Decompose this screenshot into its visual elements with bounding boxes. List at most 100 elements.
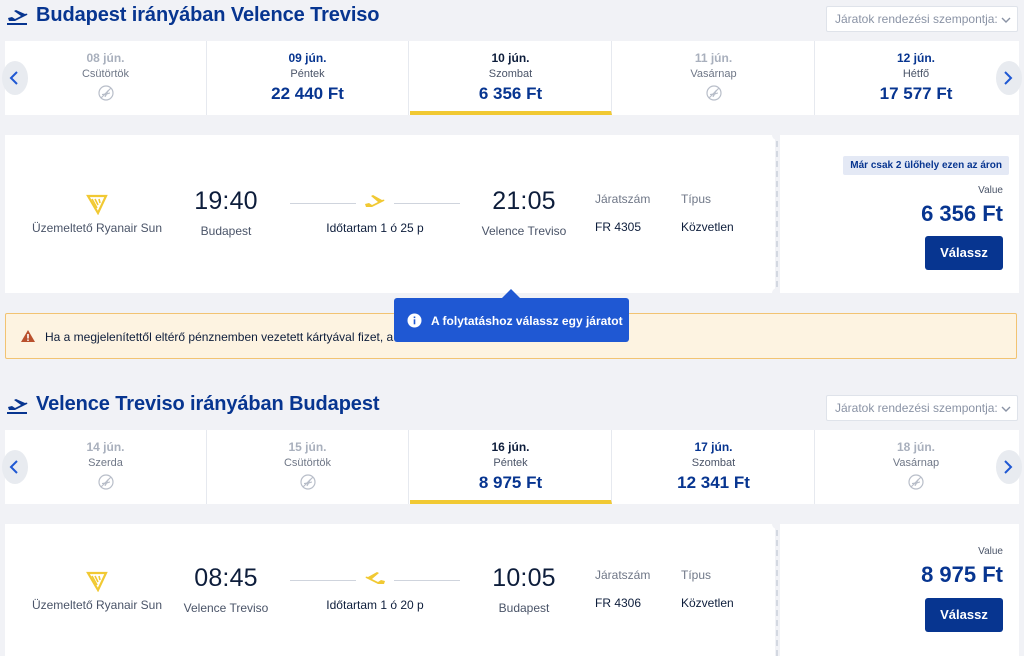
seats-left-badge: Már csak 2 ülőhely ezen az áron <box>843 156 1009 175</box>
sort-placeholder: Járatok rendezési szempontja: <box>835 12 998 26</box>
no-flight-icon <box>705 85 722 101</box>
price-panel: Value 8 975 Ft Válassz <box>780 524 1019 656</box>
flight-type-label: Típus <box>681 192 712 206</box>
weekday-label: Szerda <box>88 457 123 469</box>
flight-number: Járatszám FR 4306 <box>595 568 650 610</box>
date-option: 18 jún. Vasárnap <box>815 430 1017 504</box>
flight-number: Járatszám FR 4305 <box>595 192 650 234</box>
departure-time: 19:40 <box>194 187 258 215</box>
no-flight-icon <box>908 474 924 490</box>
date-option: 08 jún. Csütörtök <box>5 41 207 115</box>
date-option: 14 jún. Szerda <box>5 430 207 504</box>
sort-select[interactable]: Járatok rendezési szempontja: <box>826 395 1018 421</box>
route: Időtartam 1 ó 20 p <box>290 572 460 632</box>
chevron-down-icon <box>1001 17 1011 23</box>
section-title: Velence Treviso irányában Budapest <box>36 393 380 415</box>
plane-icon <box>365 195 385 207</box>
flight-number-value: FR 4305 <box>595 220 642 234</box>
price: 8 975 Ft <box>921 562 1003 587</box>
date-strip: 14 jún. Szerda 15 jún. Csütörtök 16 jún. Pént… <box>2 430 1022 504</box>
weekday-label: Péntek <box>290 68 325 80</box>
flight-type-value: Közvetlen <box>681 220 734 234</box>
arrival-time: 21:05 <box>492 187 556 215</box>
duration: Időtartam 1 ó 25 p <box>326 221 424 235</box>
date-option[interactable]: 10 jún. Szombat 6 356 Ft <box>410 41 612 115</box>
date-price: 6 356 Ft <box>478 84 543 103</box>
select-flight-button[interactable]: Válassz <box>925 598 1003 632</box>
chevron-left-icon <box>9 71 18 85</box>
flight-card[interactable]: Üzemeltető Ryanair Sun 19:40 Budapest Id… <box>5 130 1019 298</box>
date-option[interactable]: 16 jún. Péntek 8 975 Ft <box>410 430 612 504</box>
flight-number-label: Járatszám <box>595 192 651 206</box>
chevron-right-icon <box>1004 460 1013 474</box>
date-strip: 08 jún. Csütörtök 09 jún. Péntek 22 440 Ft 10… <box>2 41 1022 115</box>
no-flight-icon <box>97 85 114 101</box>
arrival-city: Velence Treviso <box>481 224 567 238</box>
date-option: 11 jún. Vasárnap <box>613 41 815 115</box>
date-option[interactable]: 12 jún. Hétfő 17 577 Ft <box>815 41 1017 115</box>
flight-number-label: Járatszám <box>595 568 651 582</box>
page-title: Budapest irányában Velence Treviso <box>36 4 380 26</box>
operator: Üzemeltető Ryanair Sun <box>25 570 169 612</box>
weekday-label: Csütörtök <box>283 457 332 469</box>
weekday-label: Vasárnap <box>892 457 940 469</box>
weekday-label: Hétfő <box>902 68 930 80</box>
date-option[interactable]: 17 jún. Szombat 12 341 Ft <box>613 430 815 504</box>
select-flight-tooltip: A folytatáshoz válassz egy járatot <box>394 289 629 342</box>
next-dates-button[interactable] <box>996 61 1022 95</box>
tooltip-text: A folytatáshoz válassz egy járatot <box>431 314 623 328</box>
date-label: 18 jún. <box>896 440 935 454</box>
outbound-header: Budapest irányában Velence Treviso Járat… <box>0 0 1024 34</box>
date-label: 11 jún. <box>694 51 733 65</box>
prev-dates-button[interactable] <box>2 450 28 484</box>
flight-type-value: Közvetlen <box>681 596 734 610</box>
flight-type: Típus Közvetlen <box>681 568 734 610</box>
date-label: 09 jún. <box>288 51 327 65</box>
flight-card[interactable]: Üzemeltető Ryanair Sun 08:45 Velence Tre… <box>5 519 1019 656</box>
arrival-city: Budapest <box>498 601 550 615</box>
date-option: 15 jún. Csütörtök <box>207 430 409 504</box>
sort-select[interactable]: Járatok rendezési szempontja: <box>826 6 1018 32</box>
plane-departure-icon <box>7 399 28 414</box>
inbound-header: Velence Treviso irányában Budapest Járat… <box>0 389 1024 423</box>
departure: 19:40 Budapest <box>171 187 281 238</box>
date-label: 15 jún. <box>288 440 327 454</box>
weekday-label: Péntek <box>493 457 528 469</box>
price: 6 356 Ft <box>921 201 1003 226</box>
route: Időtartam 1 ó 25 p <box>290 195 460 255</box>
next-dates-button[interactable] <box>996 450 1022 484</box>
info-icon <box>407 313 422 328</box>
chevron-down-icon <box>1001 406 1011 412</box>
date-label: 14 jún. <box>86 440 125 454</box>
date-label: 08 jún. <box>86 51 125 65</box>
arrival-time: 10:05 <box>492 564 556 592</box>
warning-text: Ha a megjelenítettől eltérő pénznemben v… <box>45 330 394 344</box>
chevron-right-icon <box>1004 71 1013 85</box>
departure: 08:45 Velence Treviso <box>171 564 281 615</box>
date-label: 17 jún. <box>694 440 733 454</box>
departure-city: Budapest <box>200 224 252 238</box>
select-flight-button[interactable]: Válassz <box>925 236 1003 270</box>
chevron-left-icon <box>9 460 18 474</box>
ryanair-harp-icon <box>86 571 108 592</box>
no-flight-icon <box>97 474 114 490</box>
date-label: 16 jún. <box>491 440 530 454</box>
sort-placeholder: Járatok rendezési szempontja: <box>835 401 998 415</box>
departure-city: Velence Treviso <box>183 601 269 615</box>
ryanair-harp-icon <box>86 194 108 215</box>
date-option[interactable]: 09 jún. Péntek 22 440 Ft <box>207 41 409 115</box>
weekday-label: Szombat <box>488 68 533 80</box>
flight-number-value: FR 4306 <box>595 596 642 610</box>
value-label: Value <box>978 546 1003 557</box>
departure-time: 08:45 <box>194 564 258 592</box>
flight-type: Típus Közvetlen <box>681 192 734 234</box>
operator: Üzemeltető Ryanair Sun <box>25 193 169 235</box>
date-label: 10 jún. <box>491 51 530 65</box>
flight-details: Üzemeltető Ryanair Sun 19:40 Budapest Id… <box>5 135 775 293</box>
date-price: 22 440 Ft <box>271 84 344 103</box>
price-panel: Már csak 2 ülőhely ezen az áron Value 6 … <box>780 135 1019 293</box>
weekday-label: Csütörtök <box>81 68 130 80</box>
date-price: 8 975 Ft <box>478 473 543 492</box>
arrival: 21:05 Velence Treviso <box>469 187 579 238</box>
prev-dates-button[interactable] <box>2 61 28 95</box>
